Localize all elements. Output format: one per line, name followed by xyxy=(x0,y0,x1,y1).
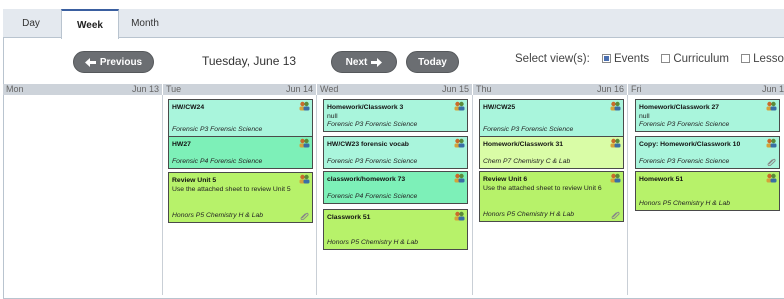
people-icon xyxy=(454,173,465,183)
event-class: Forensic P3 Forensic Science xyxy=(327,158,418,165)
previous-label: Previous xyxy=(99,56,143,68)
day-name: Tue xyxy=(166,84,182,94)
people-icon xyxy=(299,101,310,111)
event-title: Homework/Classwork 3 xyxy=(327,104,404,111)
day-date: Jun 15 xyxy=(441,84,469,94)
tab-month[interactable]: Month xyxy=(120,9,170,38)
view-tabs: Day Week Month xyxy=(3,9,784,39)
event-title: HW/CW24 xyxy=(172,104,205,111)
calendar-event[interactable]: HW/CW23 forensic vocab Forensic P3 Forens… xyxy=(323,136,468,169)
lessons-checkbox[interactable] xyxy=(741,54,751,64)
people-icon xyxy=(299,174,310,184)
calendar-event[interactable]: Review Unit 5 Use the attached sheet to r… xyxy=(168,172,313,223)
day-date: Jun 14 xyxy=(285,84,313,94)
day-date: Jun 13 xyxy=(131,84,159,94)
calendar-event[interactable]: Copy: Homework/Classwork 10 Forensic P3 F… xyxy=(635,136,780,169)
attachment-icon[interactable] xyxy=(767,158,776,166)
event-class: Forensic P3 Forensic Science xyxy=(327,121,418,128)
event-title: Homework/Classwork 27 xyxy=(639,104,720,111)
day-date: Jun 17 xyxy=(761,84,784,94)
calendar-event[interactable]: Homework/Classwork 27 null Forensic P3 For… xyxy=(635,99,780,132)
tab-week[interactable]: Week xyxy=(61,9,119,39)
event-class: Forensic P4 Forensic Science xyxy=(327,193,418,200)
day-header-mon: Mon Jun 13 xyxy=(3,84,163,95)
attachment-icon[interactable] xyxy=(300,212,309,220)
event-class: Honors P5 Chemistry H & Lab xyxy=(639,200,731,207)
next-button[interactable]: Next xyxy=(331,51,397,73)
calendar-event[interactable]: Homework 51 Honors P5 Chemistry H & Lab xyxy=(635,171,780,211)
day-name: Mon xyxy=(6,84,24,94)
curriculum-label: Curriculum xyxy=(673,53,729,65)
calendar-event[interactable]: HW27 Forensic P4 Forensic Science xyxy=(168,136,313,169)
events-label: Events xyxy=(613,53,650,65)
day-date: Jun 16 xyxy=(596,84,624,94)
view-selector: Select view(s): Events Curriculum Lesson… xyxy=(515,53,784,65)
event-description: Use the attached sheet to review Unit 5 xyxy=(172,186,291,193)
event-title: Review Unit 6 xyxy=(483,176,528,183)
day-column-tue[interactable]: HW/CW24 Forensic P3 Forensic Science HW27 F… xyxy=(163,95,317,295)
people-icon xyxy=(766,138,777,148)
day-name: Thu xyxy=(476,84,492,94)
arrow-left-icon xyxy=(84,57,96,67)
people-icon xyxy=(766,173,777,183)
event-title: Review Unit 5 xyxy=(172,177,217,184)
toolbar: Previous Tuesday, June 13 Next Today Sel… xyxy=(3,39,784,81)
day-column-mon[interactable] xyxy=(3,95,163,295)
tab-day[interactable]: Day xyxy=(3,9,59,38)
day-header-thu: Thu Jun 16 xyxy=(473,84,628,95)
lessons-label: Lessons xyxy=(753,53,784,65)
event-class: Forensic P3 Forensic Science xyxy=(483,126,574,133)
event-title: Homework 51 xyxy=(639,176,684,183)
event-class: Honors P5 Chemistry H & Lab xyxy=(172,212,264,219)
calendar-event[interactable]: HW/CW24 Forensic P3 Forensic Science xyxy=(168,99,313,137)
event-class: Forensic P3 Forensic Science xyxy=(639,158,730,165)
day-name: Fri xyxy=(631,84,642,94)
event-title: HW/CW25 xyxy=(483,104,516,111)
event-description: Use the attached sheet to review Unit 6 xyxy=(483,185,602,192)
people-icon xyxy=(454,138,465,148)
day-column-fri[interactable]: Homework/Classwork 27 null Forensic P3 For… xyxy=(628,95,784,295)
day-header-fri: Fri Jun 17 xyxy=(628,84,784,95)
day-header-tue: Tue Jun 14 xyxy=(163,84,317,95)
calendar-event[interactable]: Classwork 51 Honors P5 Chemistry H & Lab xyxy=(323,209,468,250)
calendar-event[interactable]: Homework/Classwork 3 null Forensic P3 Fore… xyxy=(323,99,468,132)
people-icon xyxy=(454,211,465,221)
previous-button[interactable]: Previous xyxy=(73,51,154,73)
day-column-wed[interactable]: Homework/Classwork 3 null Forensic P3 Fore… xyxy=(317,95,473,295)
people-icon xyxy=(610,101,621,111)
event-title: classwork/homework 73 xyxy=(327,176,406,183)
event-class: Forensic P3 Forensic Science xyxy=(639,121,730,128)
event-class: Honors P5 Chemistry H & Lab xyxy=(327,239,419,246)
people-icon xyxy=(299,138,310,148)
people-icon xyxy=(454,101,465,111)
curriculum-checkbox[interactable] xyxy=(661,54,671,64)
today-button[interactable]: Today xyxy=(406,51,459,73)
calendar-event[interactable]: HW/CW25 Forensic P3 Forensic Science xyxy=(479,99,624,137)
event-title: Classwork 51 xyxy=(327,214,371,221)
people-icon xyxy=(766,101,777,111)
people-icon xyxy=(610,173,621,183)
event-title: HW/CW23 forensic vocab xyxy=(327,141,409,148)
event-title: Homework/Classwork 31 xyxy=(483,141,564,148)
event-class: Chem P7 Chemistry C & Lab xyxy=(483,158,571,165)
calendar-event[interactable]: classwork/homework 73 Forensic P4 Forensi… xyxy=(323,171,468,204)
calendar-event[interactable]: Homework/Classwork 31 Chem P7 Chemistry C… xyxy=(479,136,624,169)
week-grid: Mon Jun 13 Tue Jun 14 HW/CW24 Forensic P3 For… xyxy=(3,84,784,295)
arrow-right-icon xyxy=(371,57,383,67)
day-name: Wed xyxy=(320,84,339,94)
calendar-event[interactable]: Review Unit 6 Use the attached sheet to r… xyxy=(479,171,624,222)
event-title: HW27 xyxy=(172,141,191,148)
event-class: Forensic P3 Forensic Science xyxy=(172,126,263,133)
events-checkbox[interactable] xyxy=(601,54,611,64)
attachment-icon[interactable] xyxy=(611,211,620,219)
event-class: Honors P5 Chemistry H & Lab xyxy=(483,211,575,218)
views-label: Select view(s): xyxy=(515,53,590,65)
day-header-wed: Wed Jun 15 xyxy=(317,84,473,95)
next-label: Next xyxy=(345,56,368,68)
event-class: Forensic P4 Forensic Science xyxy=(172,158,263,165)
event-title: Copy: Homework/Classwork 10 xyxy=(639,141,741,148)
day-column-thu[interactable]: HW/CW25 Forensic P3 Forensic Science Homew… xyxy=(473,95,628,295)
current-date: Tuesday, June 13 xyxy=(202,54,297,68)
people-icon xyxy=(610,138,621,148)
